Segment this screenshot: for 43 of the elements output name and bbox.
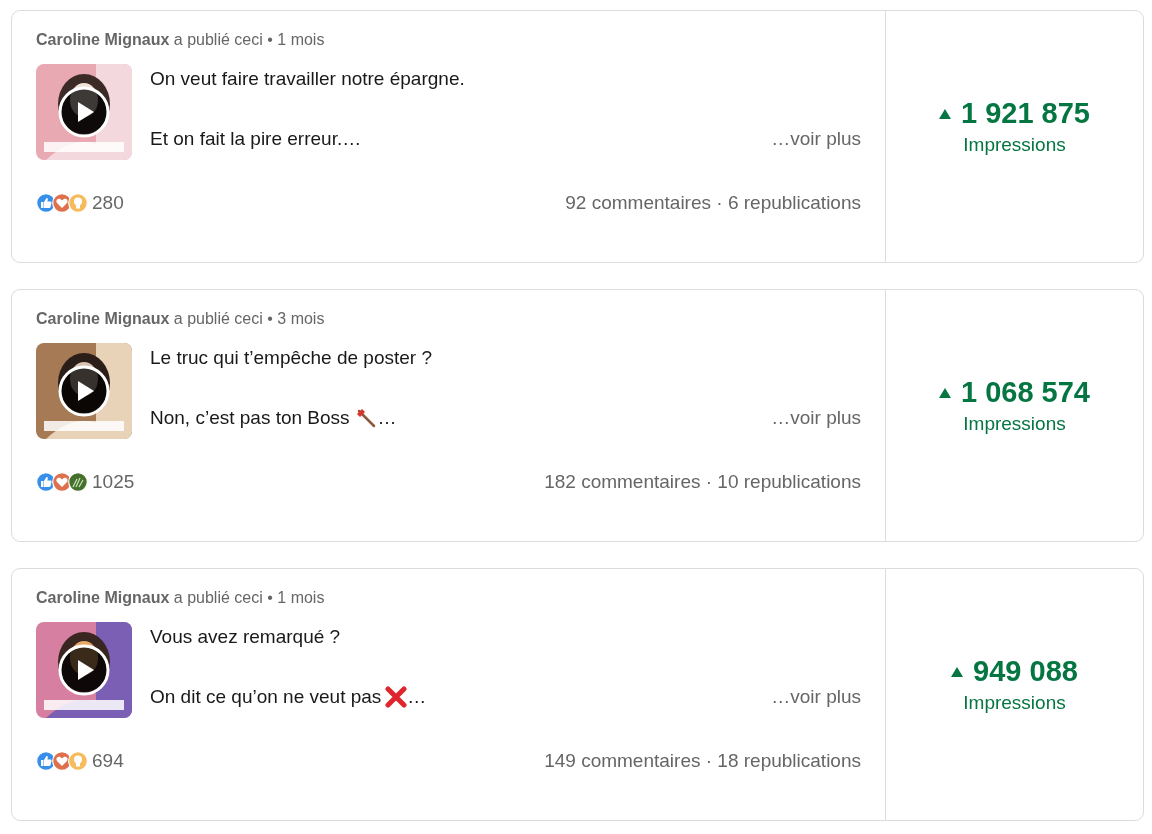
post-text: Et on fait la pire erreur.… bbox=[150, 127, 362, 151]
impressions-label: Impressions bbox=[963, 692, 1066, 714]
comments-count[interactable]: 182 commentaires bbox=[544, 471, 701, 492]
axe-icon bbox=[355, 408, 378, 428]
reaction-count[interactable]: 280 bbox=[92, 192, 124, 214]
comments-count[interactable]: 149 commentaires bbox=[544, 750, 701, 771]
impressions-label: Impressions bbox=[963, 413, 1066, 435]
dot-separator: · bbox=[705, 471, 713, 492]
impressions-value: 1 068 574 bbox=[961, 376, 1090, 409]
play-icon[interactable] bbox=[58, 86, 110, 138]
post-text: … bbox=[407, 685, 427, 709]
dot-separator: · bbox=[716, 192, 723, 213]
post-header: Caroline Mignaux a publié ceci • 3 mois bbox=[36, 309, 326, 329]
play-icon[interactable] bbox=[58, 644, 110, 696]
post-text: Vous avez remarqué ? bbox=[150, 625, 341, 649]
impressions-label: Impressions bbox=[963, 134, 1066, 156]
play-icon[interactable] bbox=[58, 365, 110, 417]
lightbulb-icon bbox=[68, 751, 88, 771]
impressions-value: 949 088 bbox=[973, 655, 1078, 688]
reaction-count[interactable]: 694 bbox=[92, 750, 124, 772]
see-more-link[interactable]: …voir plus bbox=[771, 406, 861, 430]
post-header: Caroline Mignaux a publié ceci • 1 mois bbox=[36, 588, 326, 608]
impressions-value: 1 921 875 bbox=[961, 97, 1090, 130]
reaction-count[interactable]: 1025 bbox=[92, 471, 135, 493]
post-header: Caroline Mignaux a publié ceci • 1 mois bbox=[36, 30, 326, 50]
reposts-count[interactable]: 10 republications bbox=[717, 471, 861, 492]
reposts-count[interactable]: 18 republications bbox=[717, 750, 861, 771]
post-text: On veut faire travailler notre épargne. bbox=[150, 67, 465, 91]
see-more-link[interactable]: …voir plus bbox=[771, 685, 861, 709]
up-triangle-icon bbox=[939, 108, 951, 119]
post-text: Le truc qui t’empêche de poster ? bbox=[150, 346, 432, 370]
lightbulb-icon bbox=[68, 193, 88, 213]
post-text: Non, c’est pas ton Boss bbox=[150, 406, 350, 430]
comments-count[interactable]: 92 commentaires bbox=[565, 192, 711, 213]
hands-icon bbox=[68, 472, 88, 492]
dot-separator: · bbox=[705, 750, 713, 771]
post-text: On dit ce qu’on ne veut pas bbox=[150, 685, 382, 709]
up-triangle-icon bbox=[951, 666, 964, 677]
post-text: … bbox=[377, 406, 397, 430]
up-triangle-icon bbox=[939, 387, 951, 398]
reposts-count[interactable]: 6 republications bbox=[727, 192, 861, 213]
cross-icon bbox=[385, 686, 408, 708]
see-more-link[interactable]: …voir plus bbox=[771, 127, 861, 151]
